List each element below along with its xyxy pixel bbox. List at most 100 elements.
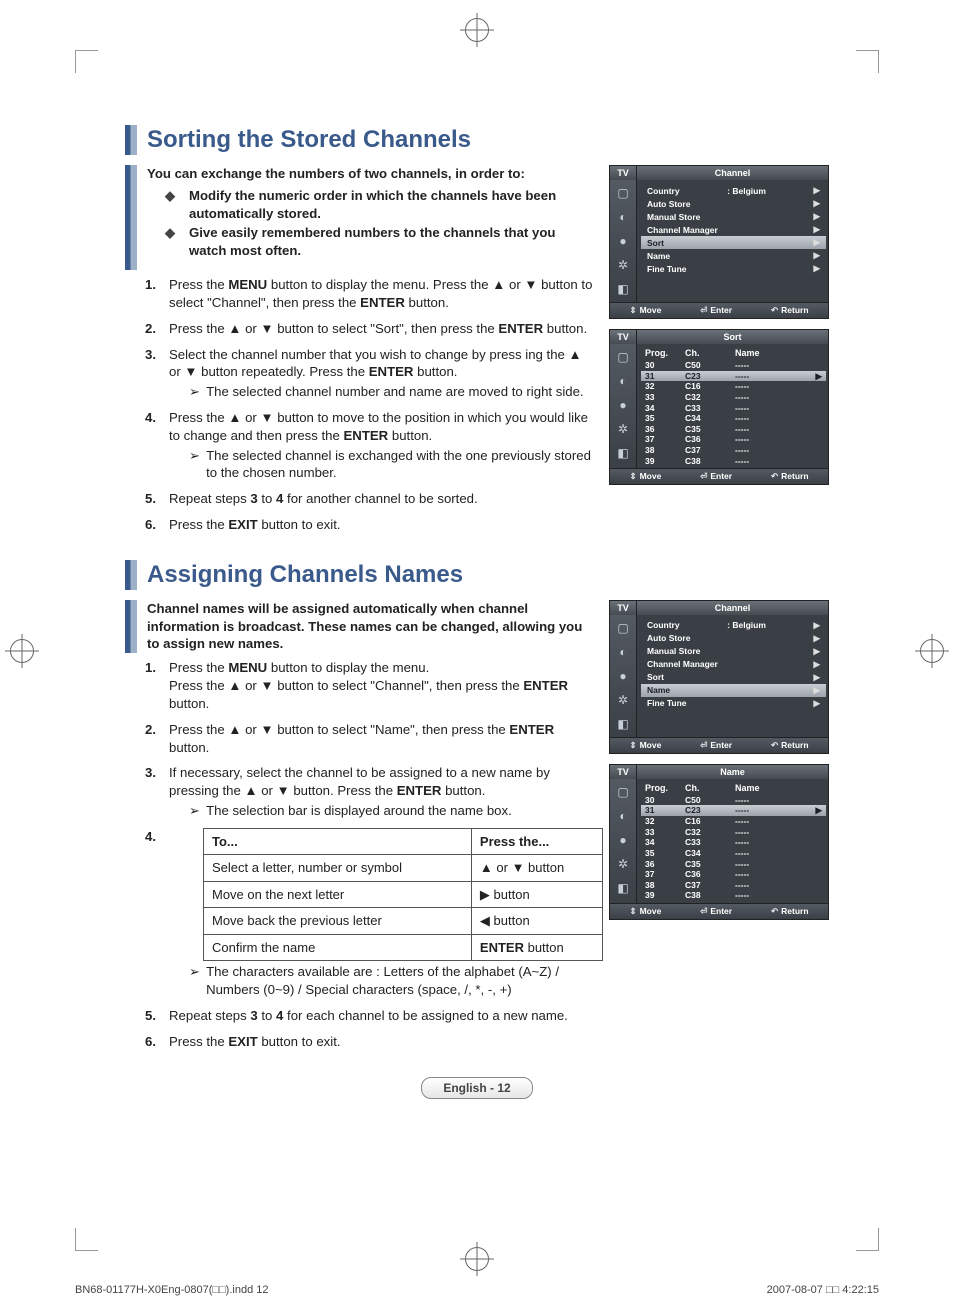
step-text: If necessary, select the channel to be a…: [169, 765, 550, 798]
table-cell: Select a letter, number or symbol: [204, 855, 472, 882]
osd-table-row[interactable]: 36 C35 -----: [645, 424, 822, 435]
osd-cell-ch: C36: [685, 434, 735, 445]
table-cell: ▶ button: [471, 881, 602, 908]
osd-tv-label: TV: [610, 166, 637, 180]
osd-menu-item[interactable]: Fine Tune ▶: [645, 697, 822, 710]
osd-cell-name: -----: [735, 381, 822, 392]
osd-table-row[interactable]: 37 C36 -----: [645, 434, 822, 445]
step-text: Repeat steps 3 to 4 for each channel to …: [169, 1008, 568, 1023]
osd-menu-label: Auto Store: [647, 199, 690, 209]
section1-header: Sorting the Stored Channels: [125, 125, 829, 155]
section2-title: Assigning Channels Names: [147, 561, 463, 589]
osd-table-row[interactable]: 39 C38 -----: [645, 456, 822, 467]
section2-intro: Channel names will be assigned automatic…: [125, 600, 593, 653]
osd-channel-menu: TV Channel ▢ ◐ ● ✲ ◧ Country : Belgium ▶…: [609, 165, 829, 319]
osd-menu-item[interactable]: Fine Tune ▶: [645, 262, 822, 275]
osd-menu-item[interactable]: Manual Store ▶: [645, 210, 822, 223]
osd-menu-item[interactable]: Country : Belgium ▶: [645, 184, 822, 197]
osd-cell-ch: C16: [685, 816, 735, 827]
osd-footer-enter: Enter: [700, 740, 732, 751]
input-icon: ◧: [617, 446, 628, 460]
osd-table-row[interactable]: 36 C35 -----: [645, 859, 822, 870]
osd-menu-item[interactable]: Channel Manager ▶: [645, 223, 822, 236]
osd-menu-item[interactable]: Country : Belgium ▶: [645, 619, 822, 632]
osd-menu-item[interactable]: Name ▶: [641, 684, 826, 697]
step-text: Press the ▲ or ▼ button to select "Name"…: [169, 722, 554, 755]
osd-table-row[interactable]: 38 C37 -----: [645, 880, 822, 891]
step-item: 1.Press the MENU button to display the m…: [145, 276, 593, 312]
table-row: Move back the previous letter◀ button: [204, 908, 603, 935]
osd-table-row[interactable]: 35 C34 -----: [645, 413, 822, 424]
osd-cell-ch: C32: [685, 827, 735, 838]
osd-menu-value: : Belgium: [727, 620, 766, 630]
osd-menu-label: Sort: [647, 672, 664, 682]
osd-table-row[interactable]: 39 C38 -----: [645, 890, 822, 901]
step-number: 1.: [145, 659, 156, 677]
osd-menu-item[interactable]: Channel Manager ▶: [645, 658, 822, 671]
osd-menu-label: Country: [647, 186, 680, 196]
osd-cell-prog: 34: [645, 837, 685, 848]
osd-table-row[interactable]: 35 C34 -----: [645, 848, 822, 859]
chevron-right-icon: ▶: [813, 620, 820, 631]
osd-menu-label: Manual Store: [647, 646, 700, 656]
osd-table-row[interactable]: 32 C16 -----: [645, 816, 822, 827]
osd-table-row[interactable]: 30 C50 -----: [645, 795, 822, 806]
table-cell: ▲ or ▼ button: [471, 855, 602, 882]
osd-cell-name: -----: [735, 371, 815, 382]
step-item: 5.Repeat steps 3 to 4 for another channe…: [145, 490, 593, 508]
step-note: ➢The selection bar is displayed around t…: [169, 802, 593, 820]
osd-cell-prog: 37: [645, 434, 685, 445]
osd-cell-ch: C32: [685, 392, 735, 403]
osd-table-row[interactable]: 33 C32 -----: [645, 392, 822, 403]
picture-icon: ▢: [617, 186, 628, 200]
sound-icon: ◐: [619, 374, 626, 388]
osd-cell-prog: 31: [645, 805, 685, 816]
osd-cell-name: -----: [735, 413, 822, 424]
osd-footer-move: Move: [629, 305, 661, 316]
setup-icon: ✲: [618, 258, 628, 272]
table-cell: ◀ button: [471, 908, 602, 935]
osd-menu-item[interactable]: Name ▶: [645, 249, 822, 262]
chevron-right-icon: ▶: [813, 698, 820, 709]
osd-sort-list: TV Sort ▢ ◐ ● ✲ ◧ Prog.Ch.Name 30 C50 --…: [609, 329, 829, 485]
osd-menu-item[interactable]: Auto Store ▶: [645, 197, 822, 210]
osd-table-row[interactable]: 34 C33 -----: [645, 403, 822, 414]
osd-table-row[interactable]: 30 C50 -----: [645, 360, 822, 371]
crop-mark: [856, 50, 879, 73]
osd-cell-prog: 36: [645, 424, 685, 435]
osd-cell-name: -----: [735, 392, 822, 403]
osd-cell-name: -----: [735, 456, 822, 467]
input-icon: ◧: [617, 881, 628, 895]
osd-footer-enter: Enter: [700, 906, 732, 917]
osd-table-row[interactable]: 38 C37 -----: [645, 445, 822, 456]
step-text: Repeat steps 3 to 4 for another channel …: [169, 491, 478, 506]
osd-table-row[interactable]: 31 C23 ----- ▶: [641, 805, 826, 816]
osd-table-row[interactable]: 32 C16 -----: [645, 381, 822, 392]
osd-table-row[interactable]: 34 C33 -----: [645, 837, 822, 848]
table-cell: ENTER button: [471, 934, 602, 961]
picture-icon: ▢: [617, 621, 628, 635]
osd-footer-return: Return: [771, 906, 809, 917]
crop-mark: [856, 1228, 879, 1251]
osd-cell-name: -----: [735, 445, 822, 456]
osd-cell-name: -----: [735, 890, 822, 901]
osd-menu-item[interactable]: Auto Store ▶: [645, 632, 822, 645]
osd-table-row[interactable]: 37 C36 -----: [645, 869, 822, 880]
section-accent-bar: [125, 600, 137, 653]
sound-icon: ◐: [619, 809, 626, 823]
intro-bullet: Give easily remembered numbers to the ch…: [189, 224, 593, 260]
section1-intro: You can exchange the numbers of two chan…: [125, 165, 593, 270]
section-accent-bar: [125, 125, 137, 155]
osd-menu-item[interactable]: Manual Store ▶: [645, 645, 822, 658]
step-number: 5.: [145, 1007, 156, 1025]
osd-cell-prog: 38: [645, 880, 685, 891]
osd-menu-item[interactable]: Sort ▶: [641, 236, 826, 249]
osd-table-row[interactable]: 31 C23 ----- ▶: [641, 371, 826, 382]
channel-icon: ●: [619, 833, 626, 847]
osd-cell-ch: C35: [685, 424, 735, 435]
osd-cell-prog: 33: [645, 392, 685, 403]
chevron-right-icon: ▶: [813, 646, 820, 657]
osd-footer-move: Move: [629, 740, 661, 751]
osd-table-row[interactable]: 33 C32 -----: [645, 827, 822, 838]
osd-menu-item[interactable]: Sort ▶: [645, 671, 822, 684]
